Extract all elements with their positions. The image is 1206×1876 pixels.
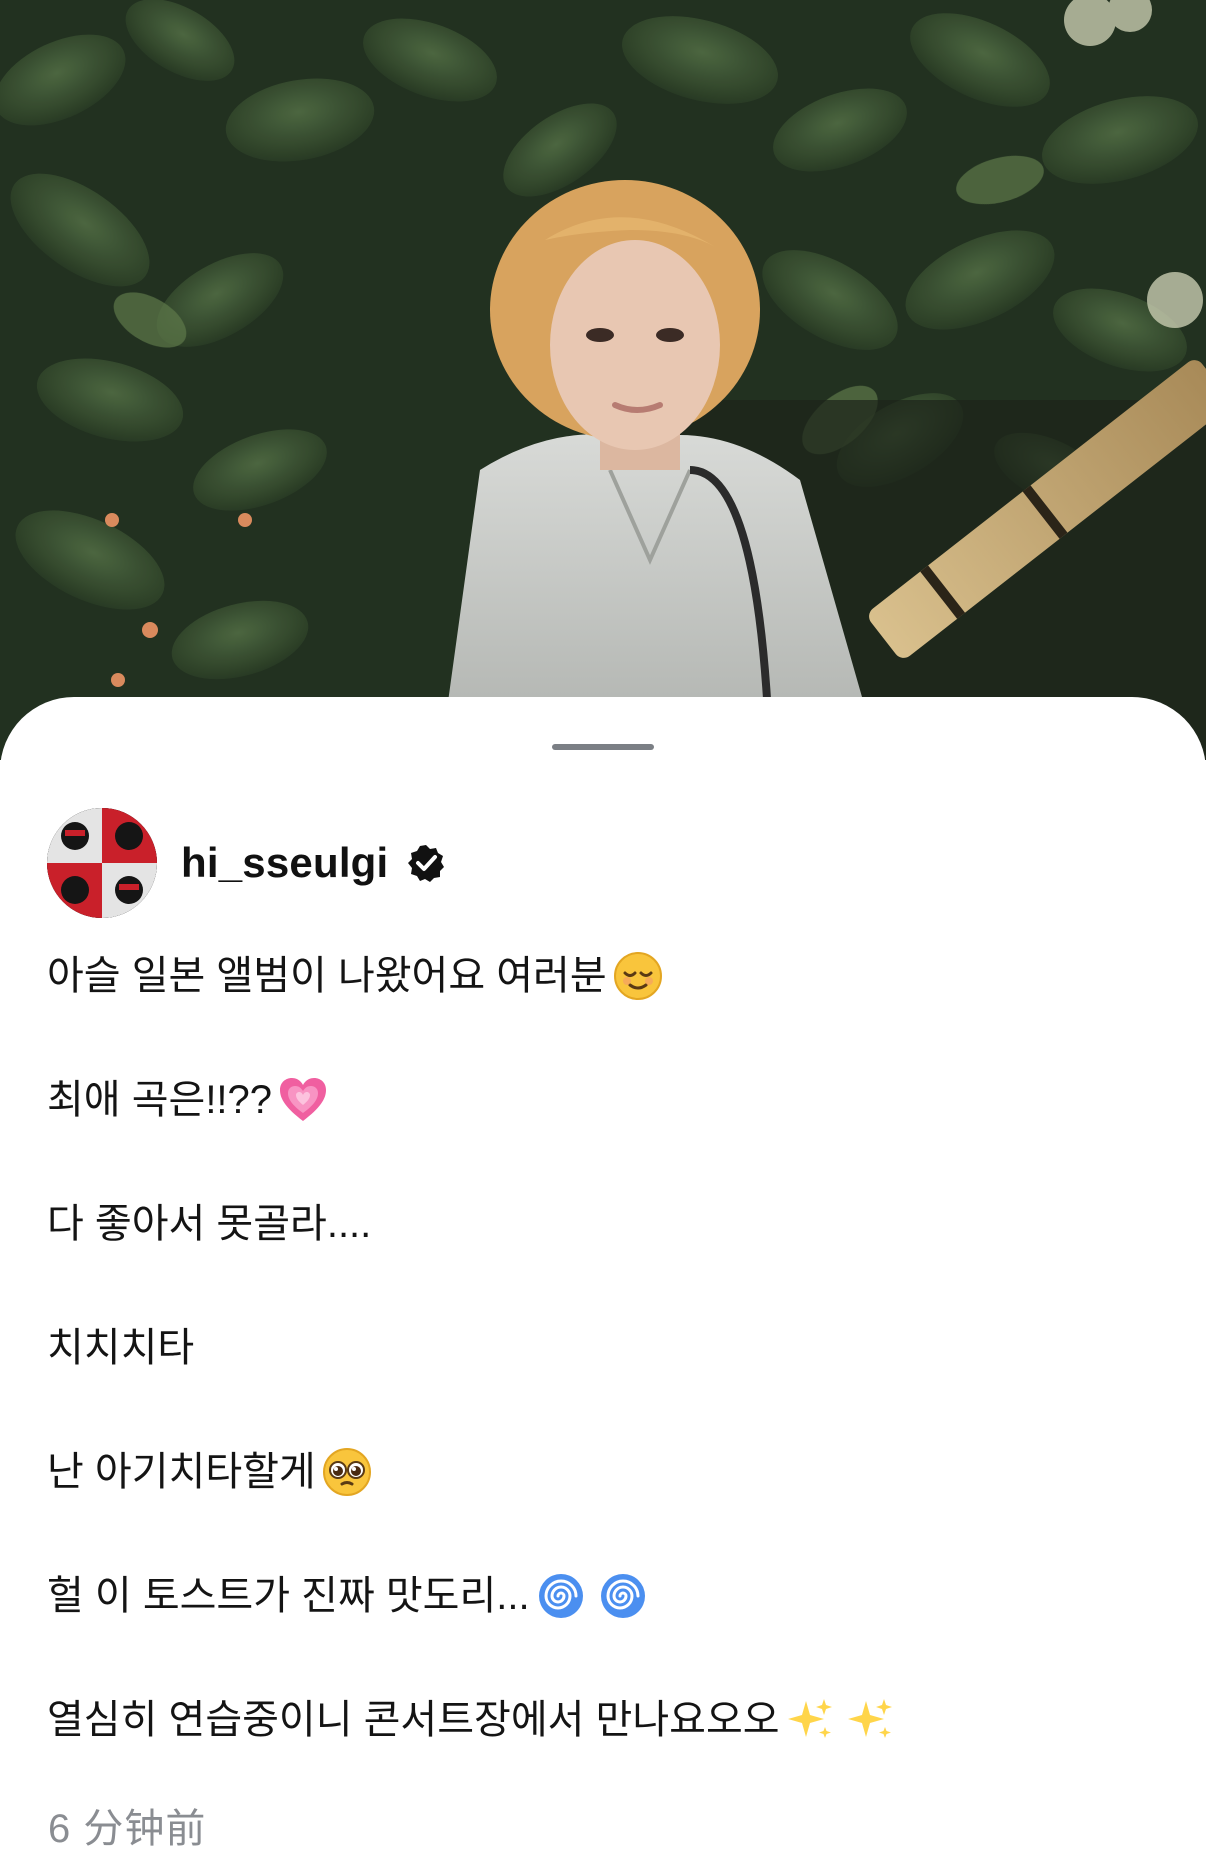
caption-text: 난 아기치타할게: [47, 1450, 316, 1494]
caption-line: 다 좋아서 못골라....: [47, 1193, 1157, 1255]
caption-text: 다 좋아서 못골라....: [47, 1202, 372, 1246]
post-photo[interactable]: [0, 0, 1206, 760]
growing-heart-emoji-icon: [278, 1075, 328, 1125]
caption-text: 열심히 연습중이니 콘서트장에서 만나요오오: [47, 1698, 780, 1742]
caption-line: 난 아기치타할게: [47, 1441, 1157, 1503]
caption-text: 최애 곡은!!??: [47, 1078, 273, 1122]
caption-line: 최애 곡은!!??: [47, 1069, 1157, 1131]
caption-text: 헐 이 토스트가 진짜 맛도리...: [47, 1574, 530, 1618]
caption-line: 아슬 일본 앨범이 나왔어요 여러분: [47, 945, 1157, 1007]
pleading-face-emoji-icon: [322, 1447, 372, 1497]
post-caption: 아슬 일본 앨범이 나왔어요 여러분 최애 곡은!!?? 다 좋아서 못골라..…: [47, 945, 1157, 1813]
sheet-drag-handle[interactable]: [552, 744, 654, 750]
caption-text: 아슬 일본 앨범이 나왔어요 여러분: [47, 954, 607, 998]
caption-line: 헐 이 토스트가 진짜 맛도리...: [47, 1565, 1157, 1627]
caption-line: 열심히 연습중이니 콘서트장에서 만나요오오: [47, 1689, 1157, 1751]
caption-text: 치치치타: [47, 1326, 195, 1370]
caption-line: 치치치타: [47, 1317, 1157, 1379]
sparkles-emoji-icon: [846, 1695, 896, 1745]
post-timestamp: 6 分钟前: [48, 1807, 207, 1851]
author-avatar[interactable]: [47, 808, 157, 918]
post-author[interactable]: hi_sseulgi: [47, 807, 446, 919]
cyclone-emoji-icon: [598, 1571, 648, 1621]
relieved-face-emoji-icon: [613, 951, 663, 1001]
sparkles-emoji-icon: [786, 1695, 836, 1745]
author-username[interactable]: hi_sseulgi: [181, 839, 388, 887]
verified-badge-icon: [406, 843, 446, 883]
cyclone-emoji-icon: [536, 1571, 586, 1621]
